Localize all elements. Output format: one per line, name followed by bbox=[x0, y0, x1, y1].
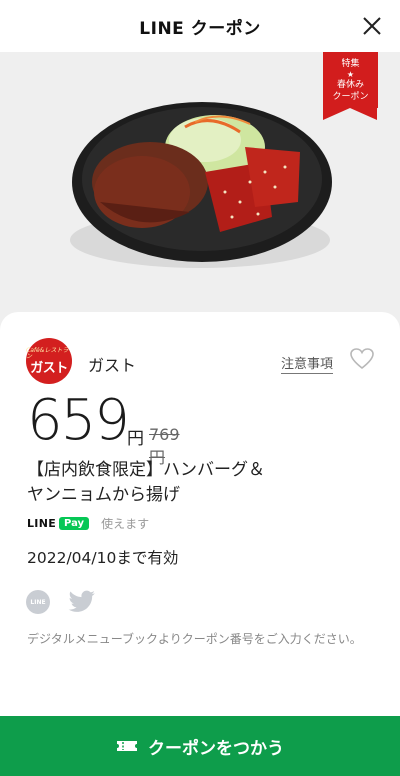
ribbon-star: ★ bbox=[346, 70, 355, 79]
coupon-card: Café&レストラン ガスト ガスト 注意事項 659 円 769円 【店内飲食… bbox=[0, 312, 400, 716]
feature-ribbon: 特集 ★ 春休み クーポン bbox=[323, 52, 378, 120]
use-coupon-label: クーポンをつかう bbox=[148, 738, 284, 759]
twitter-icon[interactable] bbox=[68, 590, 96, 614]
notes-link[interactable]: 注意事項 bbox=[281, 353, 334, 374]
product-title: 【店内飲食限定】ハンバーグ＆ ヤンニョムから揚げ bbox=[27, 458, 367, 508]
ticket-icon bbox=[117, 741, 137, 751]
store-logo: Café&レストラン ガスト bbox=[26, 338, 72, 384]
price-current: 659 bbox=[27, 388, 130, 453]
ribbon-line2: 春休み bbox=[336, 80, 364, 90]
store-name: ガスト bbox=[88, 356, 137, 375]
line-pay-pay: Pay bbox=[59, 516, 90, 530]
header-title: LINE クーポン bbox=[139, 18, 261, 39]
line-share-label: LINE bbox=[30, 598, 46, 606]
share-row: LINE bbox=[26, 590, 96, 614]
close-button[interactable] bbox=[358, 12, 386, 40]
heart-icon[interactable] bbox=[349, 346, 375, 372]
line-pay-line: LINE bbox=[27, 516, 57, 530]
line-pay-note: 使えます bbox=[101, 516, 150, 531]
header-bar: LINE クーポン bbox=[0, 0, 400, 53]
logo-subtitle: Café&レストラン bbox=[26, 346, 69, 360]
line-share-icon[interactable]: LINE bbox=[26, 590, 50, 614]
coupon-note: デジタルメニューブックよりクーポン番号をご入力ください。 bbox=[27, 632, 362, 646]
ribbon-line3: クーポン bbox=[332, 92, 369, 102]
product-title-line2: ヤンニョムから揚げ bbox=[27, 485, 180, 505]
price-unit: 円 bbox=[127, 429, 144, 449]
use-coupon-button[interactable]: クーポンをつかう bbox=[0, 716, 400, 776]
validity-date: 2022/04/10まで有効 bbox=[27, 549, 179, 567]
ribbon-line1: 特集 bbox=[341, 59, 360, 69]
hero-image: 特集 ★ 春休み クーポン bbox=[0, 52, 400, 344]
line-pay-badge: LINE Pay 使えます bbox=[27, 514, 149, 532]
close-icon bbox=[363, 17, 381, 35]
logo-title: ガスト bbox=[30, 360, 68, 376]
product-title-line1: 【店内飲食限定】ハンバーグ＆ bbox=[27, 460, 265, 480]
